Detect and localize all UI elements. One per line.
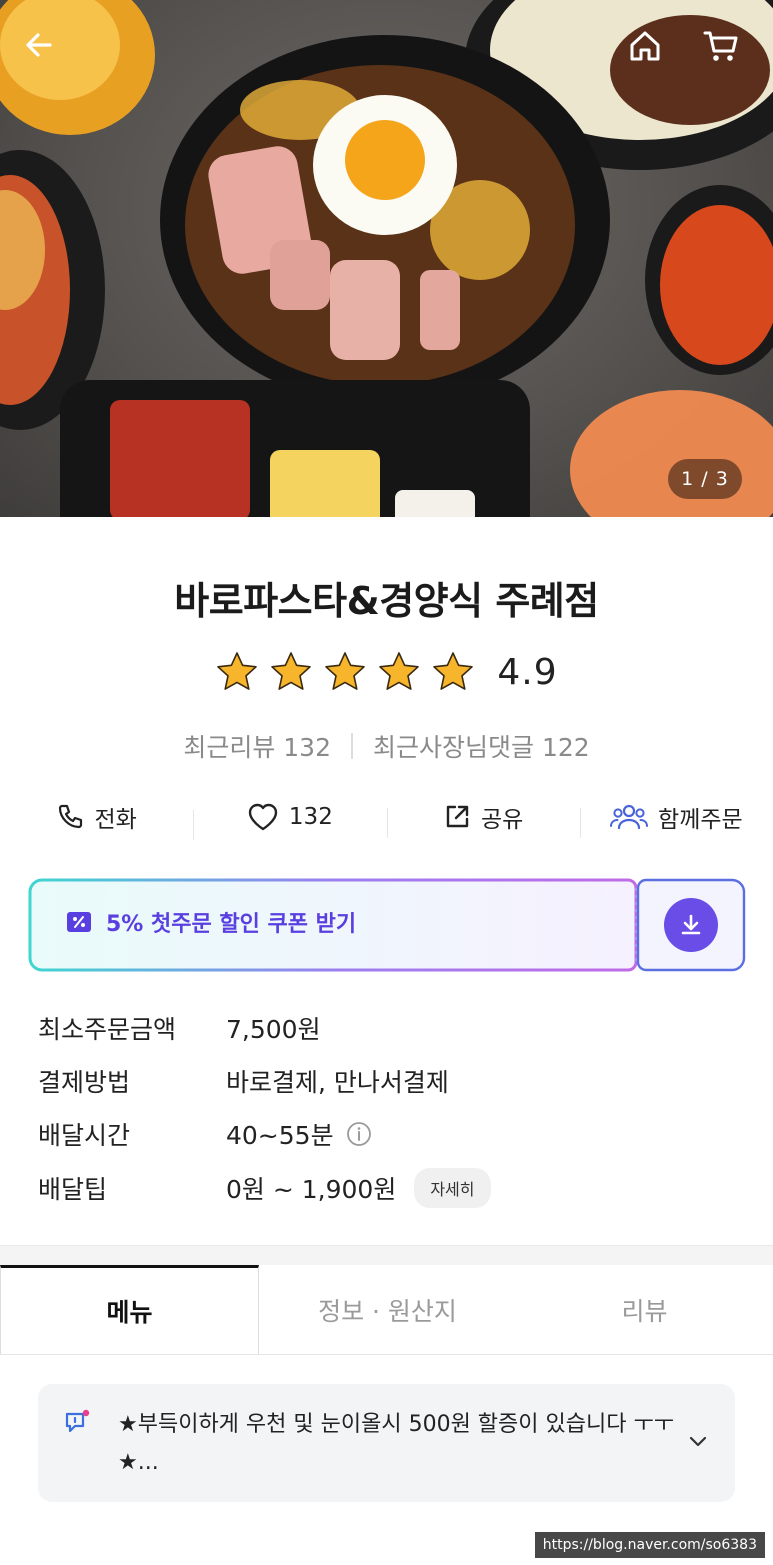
heart-icon: [248, 803, 278, 831]
star-icon: [271, 652, 312, 690]
delivery-time-value: 40~55분: [226, 1121, 334, 1150]
coupon-content: 5% 첫주문 할인 쿠폰 받기: [66, 906, 356, 938]
min-order-label: 최소주문금액: [38, 1015, 177, 1044]
review-counts: 최근리뷰 132 최근사장님댓글 122: [0, 728, 773, 764]
store-tabs: 메뉴 정보 · 원산지 리뷰: [0, 1265, 773, 1355]
star-icon: [379, 652, 420, 690]
like-count: 132: [288, 804, 333, 830]
store-name: 바로파스타&경양식 주례점: [174, 579, 599, 623]
section-divider: [0, 1245, 773, 1265]
delivery-tip-label: 배달팁: [38, 1175, 108, 1204]
rating-score: 4.9: [497, 651, 558, 693]
min-order-value: 7,500원: [226, 1015, 321, 1044]
info-circle-icon[interactable]: [346, 1121, 372, 1147]
payment-row: 결제방법 바로결제, 만나서결제: [38, 1061, 738, 1101]
food-photo-illustration: [0, 0, 773, 517]
payment-label: 결제방법: [38, 1068, 131, 1097]
back-button[interactable]: [22, 28, 70, 76]
star-icon: [217, 652, 258, 690]
tab-menu[interactable]: 메뉴: [0, 1265, 259, 1354]
star-icon: [325, 652, 366, 690]
group-order-label: 함께주문: [658, 807, 743, 833]
min-order-row: 최소주문금액 7,500원: [38, 1008, 738, 1048]
blog-watermark: https://blog.naver.com/so6383: [534, 1532, 765, 1558]
delivery-tip-value-group: 0원 ~ 1,900원 자세히: [226, 1168, 491, 1208]
hero-food-photo[interactable]: 1 / 3: [0, 0, 773, 517]
back-arrow-icon: [26, 33, 52, 57]
payment-value: 바로결제, 만나서결제: [226, 1068, 449, 1097]
group-order-button[interactable]: 함께주문: [579, 800, 773, 838]
delivery-tip-detail-button[interactable]: 자세히: [414, 1168, 491, 1208]
delivery-time-row: 배달시간 40~55분: [38, 1114, 738, 1154]
delivery-tip-value: 0원 ~ 1,900원: [226, 1175, 397, 1204]
chevron-down-icon[interactable]: [687, 1430, 709, 1452]
action-bar: 전화 132 공유 함께주문: [0, 792, 773, 842]
phone-icon: [59, 804, 83, 829]
share-button[interactable]: 공유: [386, 800, 580, 838]
group-people-icon: [610, 804, 649, 830]
download-icon: [681, 914, 701, 935]
notice-text: ★부득이하게 우천 및 눈이올시 500원 할증이 있습니다 ㅜㅜ★...: [118, 1412, 674, 1475]
first-order-coupon-banner[interactable]: 5% 첫주문 할인 쿠폰 받기: [28, 878, 746, 972]
share-icon: [446, 805, 469, 828]
megaphone-notice-icon: [65, 1409, 90, 1433]
home-button[interactable]: [627, 28, 675, 76]
delivery-time-label: 배달시간: [38, 1121, 131, 1150]
cart-button[interactable]: [702, 28, 750, 76]
rating-row: 4.9: [0, 650, 773, 694]
image-counter: 1 / 3: [668, 459, 742, 499]
star-icon: [433, 652, 474, 690]
coupon-label: 5% 첫주문 할인 쿠폰 받기: [106, 912, 357, 937]
like-button[interactable]: 132: [193, 802, 386, 840]
cart-icon: [703, 31, 738, 61]
discount-coupon-icon: [67, 912, 91, 932]
delivery-tip-row: 배달팁 0원 ~ 1,900원 자세히: [38, 1168, 738, 1208]
tab-info-origin[interactable]: 정보 · 원산지: [259, 1265, 516, 1354]
call-label: 전화: [94, 807, 137, 833]
coupon-download-button[interactable]: [664, 898, 718, 952]
owner-replies-link[interactable]: 최근사장님댓글 122: [373, 728, 590, 764]
delivery-time-value-group: 40~55분: [226, 1116, 372, 1152]
recent-reviews-link[interactable]: 최근리뷰 132: [183, 728, 331, 764]
share-label: 공유: [480, 807, 524, 833]
divider: [351, 733, 353, 759]
tab-reviews[interactable]: 리뷰: [516, 1265, 773, 1354]
store-notice[interactable]: ★부득이하게 우천 및 눈이올시 500원 할증이 있습니다 ㅜㅜ★...: [38, 1384, 735, 1502]
home-icon: [630, 31, 660, 61]
call-button[interactable]: 전화: [0, 800, 193, 834]
